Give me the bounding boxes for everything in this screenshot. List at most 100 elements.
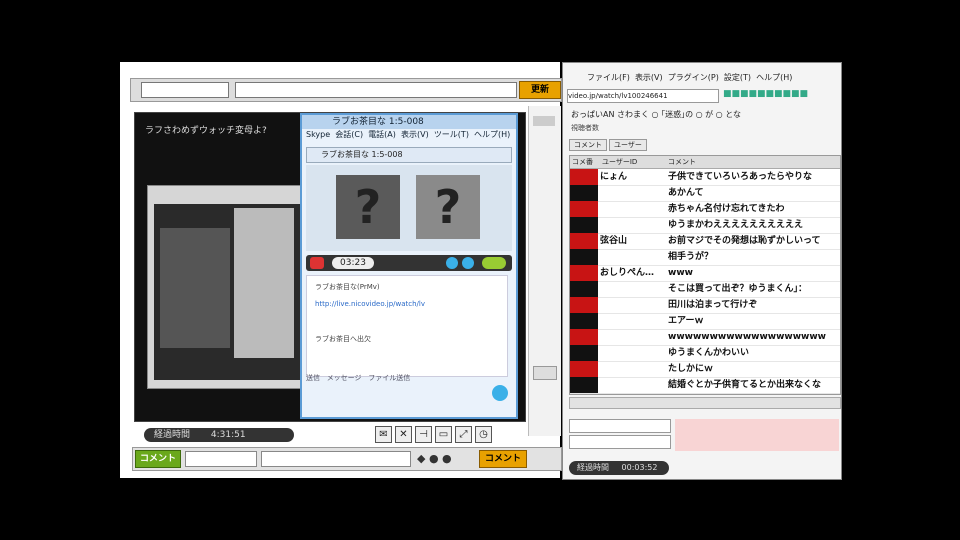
slider-icon[interactable]: ⊣ xyxy=(415,426,432,443)
row-comment: ゆうまかわええええええええええ xyxy=(668,220,804,230)
name-select[interactable] xyxy=(569,419,671,433)
elapsed-time-bar: 経過時間 4:31:51 xyxy=(144,428,294,442)
tab-comments[interactable]: コメント xyxy=(569,139,607,151)
player-title: ラフさわめずウォッチ変母よ? xyxy=(145,126,267,136)
input-field-1[interactable] xyxy=(141,82,229,98)
elapsed-value: 4:31:51 xyxy=(210,430,246,440)
table-row[interactable]: にょん 子供できていろいろあったらやりな xyxy=(570,169,840,186)
toolbar-icons[interactable]: ■■■■■■■■■■ xyxy=(723,89,808,99)
col-comment[interactable]: コメント xyxy=(668,156,696,168)
avatar-placeholder-2: ? xyxy=(416,175,480,239)
row-comment: www xyxy=(668,268,693,278)
horizontal-scrollbar[interactable] xyxy=(569,397,841,409)
call-button[interactable] xyxy=(482,257,506,269)
viewer-elapsed-value: 00:03:52 xyxy=(621,463,658,472)
hangup-button[interactable] xyxy=(310,257,324,269)
input-field-2[interactable] xyxy=(235,82,517,98)
row-number-cell xyxy=(570,265,598,281)
command-input[interactable] xyxy=(185,451,257,467)
nested-screen xyxy=(147,185,305,389)
url-field[interactable]: video.jp/watch/lv100246641 xyxy=(567,89,719,103)
screen-icon[interactable]: ▭ xyxy=(435,426,452,443)
row-comment: そこは買って出ぞ？ゆうまくん」： xyxy=(668,284,808,294)
panel-button[interactable] xyxy=(533,366,557,380)
comment-table: コメ番 ユーザーID コメント にょん 子供できていろいろあったらやりなあかんて赤… xyxy=(569,155,841,395)
table-row[interactable]: たしかにｗ xyxy=(570,361,840,378)
row-comment: お前マジでその発想は恥ずかしいって xyxy=(668,236,821,246)
video-button[interactable] xyxy=(446,257,458,269)
update-button[interactable]: 更新 xyxy=(519,81,561,99)
row-comment: wwwwwwwwwwwwwwwwwww xyxy=(668,332,826,342)
row-user: 弦谷山 xyxy=(600,236,628,246)
comment-input[interactable] xyxy=(261,451,411,467)
comment-input-box[interactable] xyxy=(675,419,839,451)
skype-logo-icon xyxy=(492,385,508,401)
menu-call[interactable]: 電話(A) xyxy=(368,130,396,139)
row-number-cell xyxy=(570,169,598,185)
command-select[interactable] xyxy=(569,435,671,449)
call-time: 03:23 xyxy=(332,257,374,269)
elapsed-label: 経過時間 xyxy=(154,430,191,440)
player-controls: ✉ ✕ ⊣ ▭ ⤢ ◷ xyxy=(375,426,495,443)
mail-icon[interactable]: ✉ xyxy=(375,426,392,443)
row-comment: 相手うが？ xyxy=(668,252,714,262)
row-comment: あかんて xyxy=(668,188,704,198)
menu-view[interactable]: 表示(V) xyxy=(401,130,429,139)
menu-help[interactable]: ヘルプ(H) xyxy=(474,130,510,139)
call-header: ラブお茶目な 1:5-008 xyxy=(306,147,512,163)
send-item[interactable]: 送信 xyxy=(306,374,320,382)
col-user[interactable]: ユーザーID xyxy=(602,156,637,168)
row-comment: ゆうまくんかわいい xyxy=(668,348,750,358)
comment-bar: コメント ◆ ● ● コメント xyxy=(132,447,562,471)
table-row[interactable]: 結婚ぐとか子供育てるとか出来なくな xyxy=(570,377,840,394)
comment-orange-button[interactable]: コメント xyxy=(479,450,527,468)
row-number-cell xyxy=(570,361,598,377)
menu-help[interactable]: ヘルプ(H) xyxy=(756,73,792,82)
table-row[interactable]: おしりぺん… www xyxy=(570,265,840,282)
col-number[interactable]: コメ番 xyxy=(572,156,593,168)
skype-menu: Skype 会話(C) 電話(A) 表示(V) ツール(T) ヘルプ(H) xyxy=(302,129,516,141)
clock-icon[interactable]: ◷ xyxy=(475,426,492,443)
row-number-cell xyxy=(570,217,598,233)
file-item[interactable]: ファイル送信 xyxy=(368,374,410,382)
table-row[interactable]: ゆうまかわええええええええええ xyxy=(570,217,840,234)
row-number-cell xyxy=(570,233,598,249)
menu-tools[interactable]: ツール(T) xyxy=(434,130,469,139)
chat-button[interactable] xyxy=(462,257,474,269)
table-row[interactable]: 弦谷山 お前マジでその発想は恥ずかしいって xyxy=(570,233,840,250)
menu-conversation[interactable]: 会話(C) xyxy=(335,130,363,139)
row-number-cell xyxy=(570,281,598,297)
expand-icon[interactable]: ⤢ xyxy=(455,426,472,443)
table-header: コメ番 ユーザーID コメント xyxy=(570,156,840,169)
chat-line-1: ラブお茶目な(PrMv) xyxy=(315,283,380,291)
menu-view[interactable]: 表示(V) xyxy=(635,73,663,82)
panel-item[interactable] xyxy=(533,116,555,126)
menu-skype[interactable]: Skype xyxy=(306,130,330,139)
message-item[interactable]: メッセージ xyxy=(327,374,362,382)
tab-users[interactable]: ユーザー xyxy=(609,139,647,151)
close-icon[interactable]: ✕ xyxy=(395,426,412,443)
chat-line-2: ラブお茶目へ出欠 xyxy=(315,335,371,343)
table-row[interactable]: 相手うが？ xyxy=(570,249,840,266)
table-row[interactable]: あかんて xyxy=(570,185,840,202)
chat-link[interactable]: http://live.nicovideo.jp/watch/lv xyxy=(315,300,425,308)
menu-plugin[interactable]: プラグイン(P) xyxy=(668,73,719,82)
row-number-cell xyxy=(570,249,598,265)
table-row[interactable]: そこは買って出ぞ？ゆうまくん」： xyxy=(570,281,840,298)
table-row[interactable]: 赤ちゃん名付け忘れてきたわ xyxy=(570,201,840,218)
viewer-menu: ファイル(F) 表示(V) プラグイン(P) 設定(T) ヘルプ(H) xyxy=(563,71,841,85)
avatar-placeholder-1: ? xyxy=(336,175,400,239)
table-row[interactable]: ゆうまくんかわいい xyxy=(570,345,840,362)
row-number-cell xyxy=(570,313,598,329)
row-comment: エアーｗ xyxy=(668,316,704,326)
broadcast-info: 視聴者数 xyxy=(571,124,599,132)
menu-settings[interactable]: 設定(T) xyxy=(724,73,751,82)
row-number-cell xyxy=(570,329,598,345)
share-icons[interactable]: ◆ ● ● xyxy=(417,452,452,465)
comment-green-button[interactable]: コメント xyxy=(135,450,181,468)
menu-file[interactable]: ファイル(F) xyxy=(587,73,630,82)
table-row[interactable]: エアーｗ xyxy=(570,313,840,330)
table-row[interactable]: wwwwwwwwwwwwwwwwwww xyxy=(570,329,840,346)
viewer-elapsed-label: 経過時間 xyxy=(577,463,609,472)
table-row[interactable]: 田川は泊まって行けぞ xyxy=(570,297,840,314)
